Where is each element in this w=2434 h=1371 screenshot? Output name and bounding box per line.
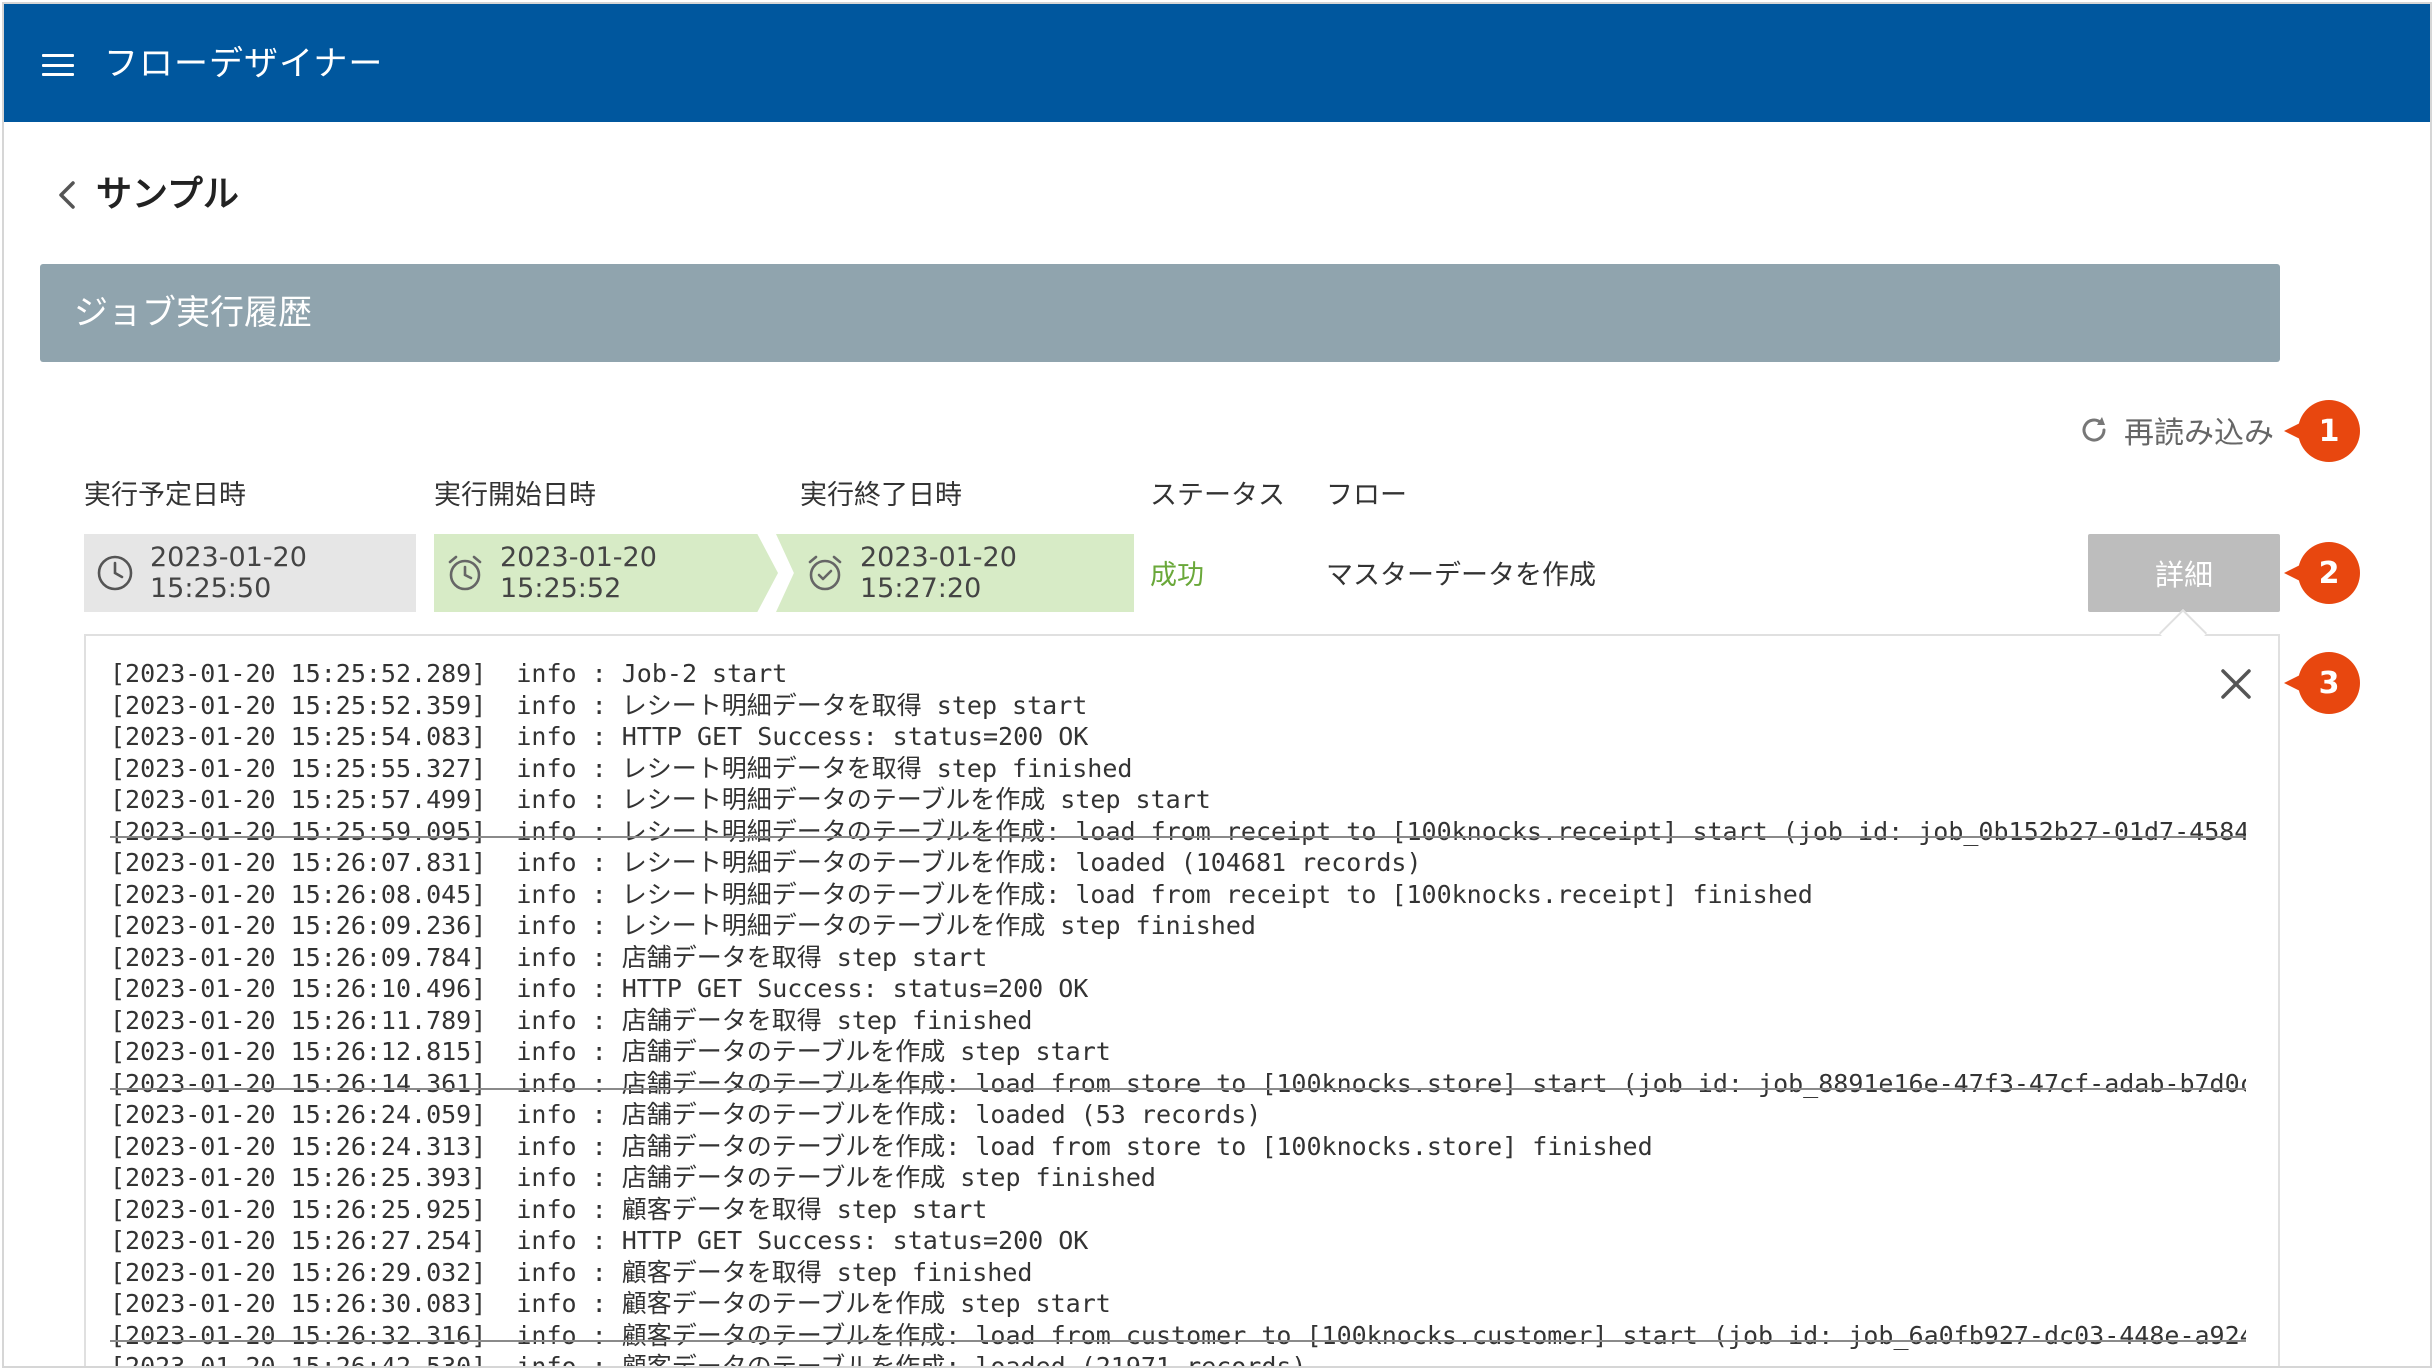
column-header-started: 実行開始日時 — [434, 480, 596, 511]
column-header-status: ステータス — [1150, 480, 1285, 511]
annotation-badge-2: 2 — [2284, 542, 2360, 604]
log-line: [2023-01-20 15:25:57.499] info : レシート明細デ… — [110, 785, 1211, 814]
log-line: [2023-01-20 15:26:32.316] info : 顧客データのテ… — [110, 1320, 2246, 1350]
log-line: [2023-01-20 15:26:30.083] info : 顧客データのテ… — [110, 1289, 1111, 1318]
alarm-clock-icon — [448, 555, 482, 591]
column-header-scheduled: 実行予定日時 — [84, 480, 246, 511]
log-line: [2023-01-20 15:25:52.359] info : レシート明細デ… — [110, 690, 1088, 720]
ended-time-cell: 2023-01-20 15:27:20 — [776, 534, 1134, 612]
log-line: [2023-01-20 15:26:29.032] info : 顧客データを取… — [110, 1257, 1033, 1287]
log-line: [2023-01-20 15:26:27.254] info : HTTP GE… — [110, 1226, 1089, 1255]
log-line: [2023-01-20 15:26:42.530] info : 顧客データのテ… — [110, 1352, 1307, 1368]
back-chevron-icon[interactable] — [56, 180, 78, 210]
log-line: [2023-01-20 15:26:12.815] info : 店舗データのテ… — [110, 1037, 1111, 1066]
scheduled-time: 2023-01-20 15:25:50 — [150, 542, 307, 604]
reload-label: 再読み込み — [2124, 416, 2274, 451]
log-panel: [2023-01-20 15:25:52.289] info : Job-2 s… — [84, 634, 2280, 1368]
flow-name: マスターデータを作成 — [1326, 560, 1596, 591]
detail-button[interactable]: 詳細 — [2088, 534, 2280, 612]
app-title: フローデザイナー — [104, 44, 384, 84]
section-header: ジョブ実行履歴 — [40, 264, 2280, 362]
alarm-check-icon — [808, 555, 842, 591]
log-line: [2023-01-20 15:26:10.496] info : HTTP GE… — [110, 974, 1089, 1003]
status-badge: 成功 — [1150, 560, 1204, 591]
log-line: [2023-01-20 15:26:09.236] info : レシート明細デ… — [110, 911, 1256, 940]
log-line: [2023-01-20 15:26:11.789] info : 店舗データを取… — [110, 1005, 1033, 1035]
clock-icon — [97, 555, 133, 591]
menu-icon[interactable] — [42, 54, 74, 76]
log-lines: [2023-01-20 15:25:52.289] info : Job-2 s… — [110, 658, 2246, 1368]
log-line: [2023-01-20 15:25:59.095] info : レシート明細デ… — [110, 816, 2246, 846]
section-title: ジョブ実行履歴 — [74, 293, 312, 333]
annotation-badge-1: 1 — [2284, 400, 2360, 462]
app-bar: フローデザイナー — [4, 4, 2430, 122]
page-title: サンプル — [96, 174, 239, 215]
app-window: フローデザイナー サンプル ジョブ実行履歴 再読み込み 1 2 3 実行予定日時… — [2, 2, 2432, 1368]
column-header-ended: 実行終了日時 — [800, 480, 962, 511]
log-line: [2023-01-20 15:26:08.045] info : レシート明細デ… — [110, 879, 1813, 909]
log-line: [2023-01-20 15:26:24.313] info : 店舗データのテ… — [110, 1131, 1653, 1161]
column-header-flow: フロー — [1326, 480, 1407, 511]
scheduled-time-cell: 2023-01-20 15:25:50 — [84, 534, 416, 612]
log-line: [2023-01-20 15:26:25.925] info : 顧客データを取… — [110, 1194, 988, 1224]
log-line: [2023-01-20 15:25:54.083] info : HTTP GE… — [110, 722, 1089, 751]
log-line: [2023-01-20 15:26:24.059] info : 店舗データのテ… — [110, 1100, 1262, 1129]
annotation-badge-3: 3 — [2284, 652, 2360, 714]
ended-time: 2023-01-20 15:27:20 — [860, 542, 1017, 604]
log-line: [2023-01-20 15:26:14.361] info : 店舗データのテ… — [110, 1068, 2246, 1098]
log-line: [2023-01-20 15:25:52.289] info : Job-2 s… — [110, 659, 788, 688]
reload-button[interactable]: 再読み込み — [2078, 408, 2274, 452]
log-line: [2023-01-20 15:26:25.393] info : 店舗データのテ… — [110, 1163, 1156, 1192]
started-time: 2023-01-20 15:25:52 — [500, 542, 657, 604]
log-line: [2023-01-20 15:25:55.327] info : レシート明細デ… — [110, 753, 1133, 783]
log-line: [2023-01-20 15:26:09.784] info : 店舗データを取… — [110, 942, 988, 972]
close-icon[interactable] — [2218, 666, 2254, 702]
log-line: [2023-01-20 15:26:07.831] info : レシート明細デ… — [110, 848, 1422, 877]
started-time-cell: 2023-01-20 15:25:52 — [434, 534, 778, 612]
refresh-icon — [2082, 417, 2106, 442]
